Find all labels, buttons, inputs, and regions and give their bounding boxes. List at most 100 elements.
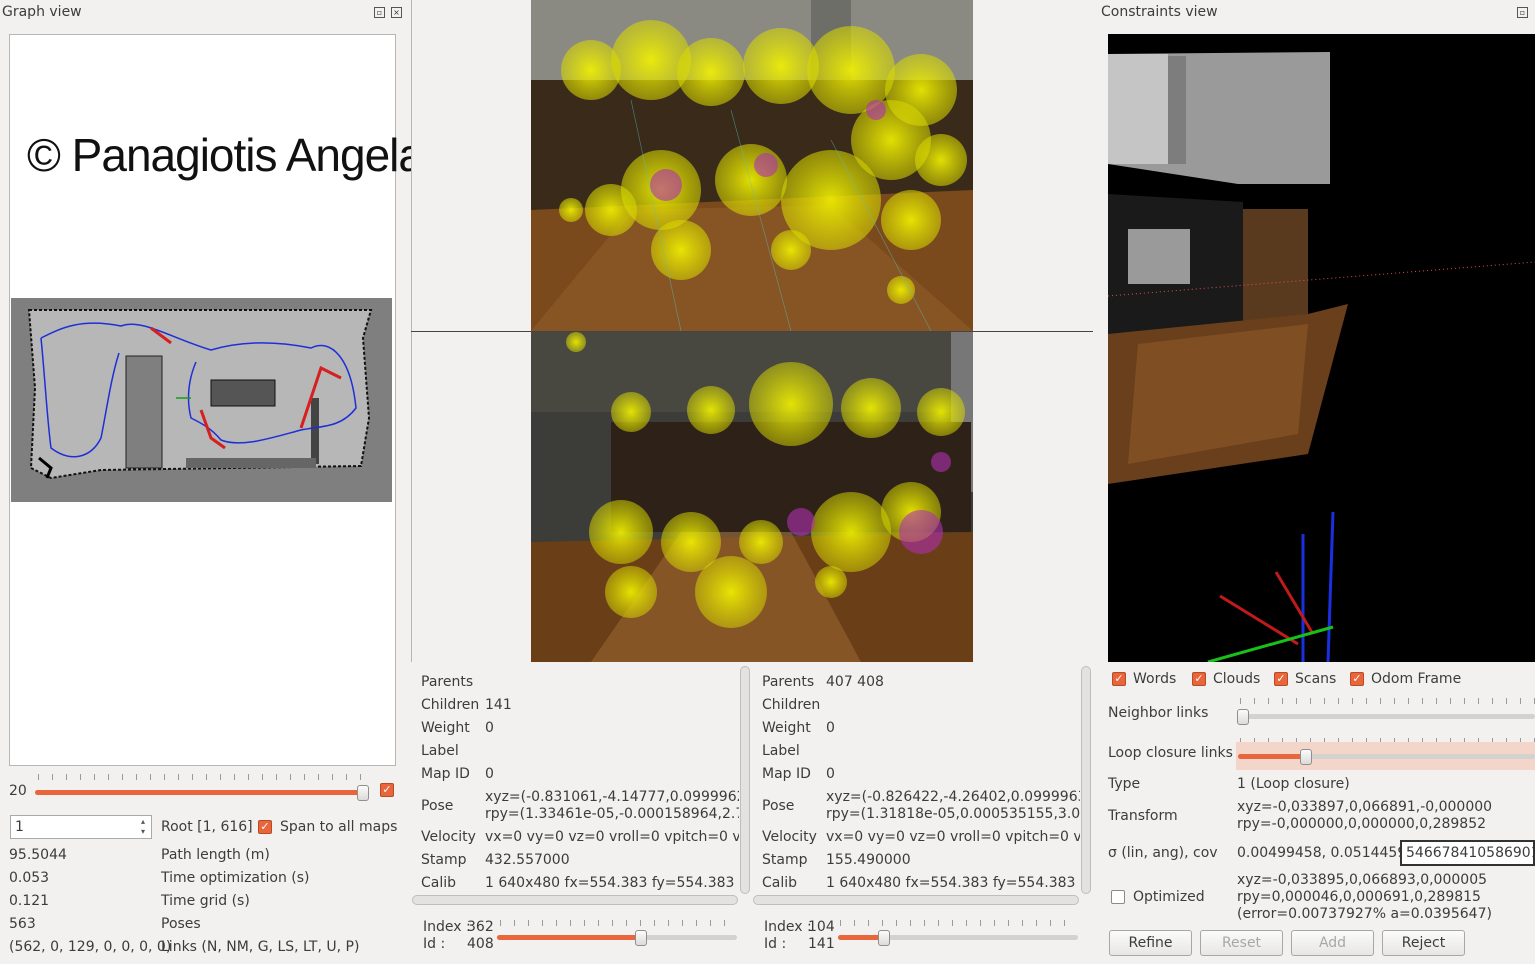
- right-info-vscroll[interactable]: [1081, 666, 1091, 894]
- slider-ticks: [38, 774, 368, 780]
- index-label: Index :: [764, 919, 812, 935]
- refine-button[interactable]: Refine: [1109, 930, 1192, 956]
- span-checkbox[interactable]: ✓: [258, 820, 272, 834]
- stat-value: 563: [9, 916, 36, 932]
- field-value: 0: [826, 720, 835, 736]
- loop-closure-links-slider[interactable]: [1238, 754, 1535, 759]
- clouds-checkbox[interactable]: ✓: [1192, 672, 1206, 686]
- field-key: Pose: [421, 798, 454, 814]
- field-value: 0: [485, 766, 494, 782]
- spin-arrows-icon[interactable]: ▴ ▾: [141, 817, 145, 837]
- field-key: Parents: [421, 674, 474, 690]
- field-key: Weight: [421, 720, 470, 736]
- right-info-hscroll[interactable]: [753, 895, 1079, 905]
- field-key: Children: [421, 697, 480, 713]
- optimized-label: Optimized: [1133, 889, 1205, 905]
- scans-checkbox[interactable]: ✓: [1274, 672, 1288, 686]
- field-value: 0: [485, 720, 494, 736]
- stat-value: 0.121: [9, 893, 50, 909]
- field-value: 1 640x480 fx=554.383 fy=554.383 cx=: [826, 875, 1080, 891]
- id-value: 141: [808, 936, 835, 952]
- stat-label: Time grid (s): [161, 893, 250, 909]
- field-key: Map ID: [762, 766, 811, 782]
- watermark-text: © Panagiotis Angelakis: [27, 129, 477, 181]
- transform-rpy: rpy=-0,000000,0,000000,0,289852: [1237, 816, 1487, 832]
- graph-slider-checkbox[interactable]: ✓: [380, 783, 394, 797]
- index-label: Index :: [423, 919, 471, 935]
- field-value: 432.557000: [485, 852, 570, 868]
- covariance-field[interactable]: 546678410586901]: [1400, 840, 1535, 866]
- optimized-xyz: xyz=-0,033895,0,066893,0,000005: [1237, 872, 1488, 888]
- id-value: 408: [467, 936, 494, 952]
- field-value: xyz=(-0.831061,-4.14777,0.0999962): [485, 789, 739, 805]
- field-value: 155.490000: [826, 852, 911, 868]
- reject-button[interactable]: Reject: [1382, 930, 1465, 956]
- root-label: Root [1, 616]: [161, 819, 253, 835]
- field-key: Label: [421, 743, 459, 759]
- optimized-rpy: rpy=0,000046,0,000691,0,289815: [1237, 889, 1481, 905]
- words-label: Words: [1133, 671, 1177, 687]
- constraints-view-title: Constraints view: [1101, 4, 1218, 20]
- constraints-3d-view[interactable]: [1108, 34, 1535, 662]
- neighbor-links-slider-handle[interactable]: [1237, 709, 1249, 725]
- right-index-slider[interactable]: [838, 935, 1078, 940]
- index-value: 362: [467, 919, 494, 935]
- left-index-slider[interactable]: [497, 935, 737, 940]
- float-panel-icon[interactable]: ▫: [374, 7, 385, 18]
- field-key: Label: [762, 743, 800, 759]
- transform-label: Transform: [1108, 808, 1178, 824]
- field-key: Parents: [762, 674, 815, 690]
- stat-label: Links (N, NM, G, LS, LT, U, P): [161, 939, 360, 955]
- float-panel-icon[interactable]: ▫: [1517, 7, 1528, 18]
- stat-label: Time optimization (s): [161, 870, 310, 886]
- field-key: Velocity: [762, 829, 817, 845]
- field-value: rpy=(1.33461e-05,-0.000158964,2.777: [485, 806, 739, 822]
- sigma-value: 0.00499458, 0.0514459: [1237, 845, 1407, 861]
- field-value: 1 640x480 fx=554.383 fy=554.383 cx=: [485, 875, 739, 891]
- slider-ticks: [500, 920, 736, 926]
- graph-slider-value: 20: [9, 783, 27, 799]
- field-key: Velocity: [421, 829, 476, 845]
- optimized-error: (error=0.00737927% a=0.0395647): [1237, 906, 1492, 922]
- field-key: Stamp: [762, 852, 808, 868]
- right-index-slider-fill: [838, 935, 884, 940]
- stat-label: Poses: [161, 916, 201, 932]
- left-info-hscroll[interactable]: [412, 895, 738, 905]
- type-label: Type: [1108, 776, 1141, 792]
- root-spinbox[interactable]: 1: [10, 815, 152, 839]
- clouds-label: Clouds: [1213, 671, 1261, 687]
- reset-button[interactable]: Reset: [1200, 930, 1283, 956]
- close-panel-icon[interactable]: ×: [391, 7, 402, 18]
- stat-value: 0.053: [9, 870, 50, 886]
- graph-view-title: Graph view: [2, 4, 82, 20]
- field-value: rpy=(1.31818e-05,0.000535155,3.068: [826, 806, 1080, 822]
- graph-slider-handle[interactable]: [357, 785, 369, 801]
- left-index-slider-handle[interactable]: [635, 930, 647, 946]
- field-value: 407 408: [826, 674, 884, 690]
- odom-frame-checkbox[interactable]: ✓: [1350, 672, 1364, 686]
- neighbor-links-slider[interactable]: [1238, 714, 1535, 719]
- loop-closure-links-slider-handle[interactable]: [1300, 749, 1312, 765]
- index-value: 104: [808, 919, 835, 935]
- bottom-image-view[interactable]: [531, 332, 973, 662]
- type-value: 1 (Loop closure): [1237, 776, 1350, 792]
- add-button[interactable]: Add: [1291, 930, 1374, 956]
- transform-xyz: xyz=-0,033897,0,066891,-0,000000: [1237, 799, 1493, 815]
- span-label: Span to all maps: [280, 819, 398, 835]
- words-checkbox[interactable]: ✓: [1112, 672, 1126, 686]
- left-index-slider-fill: [497, 935, 641, 940]
- slider-ticks: [1240, 698, 1535, 704]
- field-key: Calib: [762, 875, 798, 891]
- loop-closure-links-label: Loop closure links: [1108, 745, 1233, 761]
- occupancy-map: [11, 298, 392, 502]
- scans-label: Scans: [1295, 671, 1337, 687]
- field-value: 0: [826, 766, 835, 782]
- top-image-view[interactable]: [531, 0, 973, 331]
- graph-slider-track[interactable]: [35, 790, 365, 795]
- stat-value: (562, 0, 129, 0, 0, 0, 0): [9, 939, 172, 955]
- field-key: Children: [762, 697, 821, 713]
- left-info-vscroll[interactable]: [740, 666, 750, 894]
- right-index-slider-handle[interactable]: [877, 930, 890, 946]
- field-value: vx=0 vy=0 vz=0 vroll=0 vpitch=0 vyaw: [485, 829, 739, 845]
- optimized-checkbox[interactable]: [1111, 890, 1125, 904]
